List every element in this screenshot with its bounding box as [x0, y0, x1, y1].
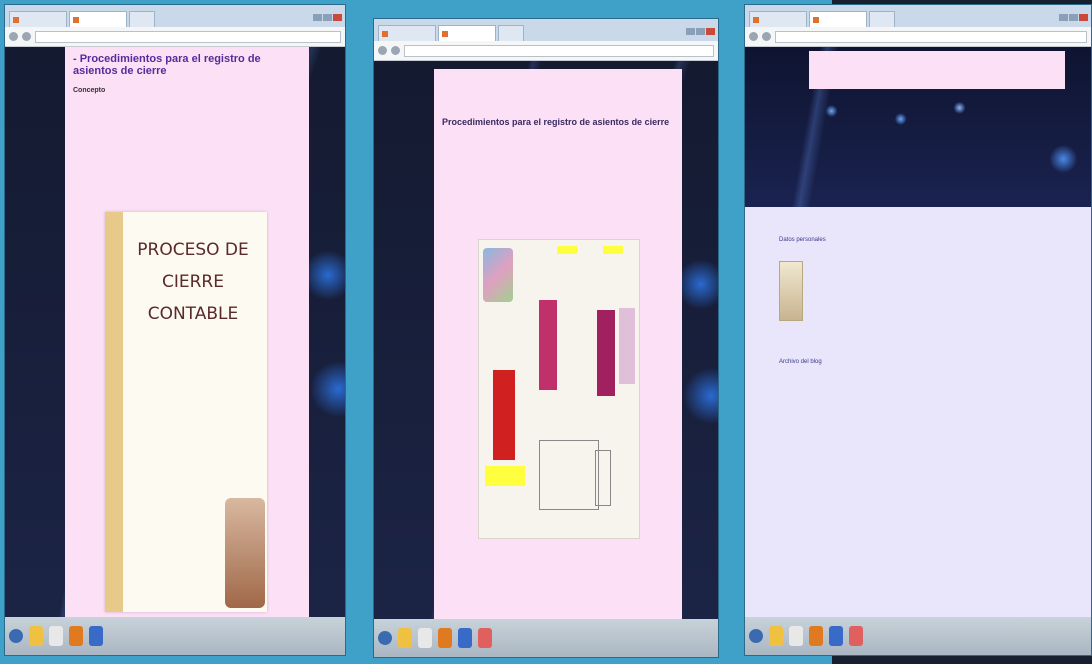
back-icon[interactable]: [378, 46, 387, 55]
blog-page: - Procedimientos para el registro de asi…: [5, 47, 345, 617]
taskbar: [5, 617, 345, 655]
screenshot-3: Datos personales Archivo del blog: [744, 4, 1092, 656]
profile-avatar[interactable]: [779, 261, 803, 321]
window-controls: [1059, 14, 1088, 21]
post-title: - Procedimientos para el registro de asi…: [73, 53, 261, 77]
back-icon[interactable]: [749, 32, 758, 41]
favicon-icon: [813, 16, 819, 23]
diagram-book-icon: [539, 300, 557, 390]
firefox-icon[interactable]: [438, 628, 452, 648]
app-icon[interactable]: [418, 628, 432, 648]
diagram-image: [483, 248, 513, 302]
address-bar: [5, 27, 345, 47]
address-bar: [374, 41, 718, 61]
favicon-icon: [382, 30, 388, 37]
taskbar: [374, 619, 718, 657]
browser-tab-active[interactable]: [809, 11, 867, 27]
app-icon[interactable]: [49, 626, 63, 646]
minimize-icon[interactable]: [1059, 14, 1068, 21]
browser-tab[interactable]: [749, 11, 807, 27]
browser-tab[interactable]: [498, 25, 524, 41]
browser-tab[interactable]: [9, 11, 67, 27]
blog-post: Procedimientos para el registro de asien…: [434, 69, 682, 619]
address-bar: [745, 27, 1091, 47]
back-icon[interactable]: [9, 32, 18, 41]
minimize-icon[interactable]: [313, 14, 322, 21]
explorer-icon[interactable]: [769, 626, 783, 646]
window-controls: [313, 14, 342, 21]
widget-title: Archivo del blog: [779, 359, 822, 365]
accounting-diagram: [478, 239, 640, 539]
widget-title: Datos personales: [779, 237, 826, 243]
post-title: Procedimientos para el registro de asien…: [442, 117, 670, 127]
browser-tab-bar: [5, 5, 345, 27]
close-icon[interactable]: [1079, 14, 1088, 21]
url-input[interactable]: [404, 44, 714, 57]
window-controls: [686, 28, 715, 35]
word-icon[interactable]: [829, 626, 843, 646]
maximize-icon[interactable]: [696, 28, 705, 35]
word-icon[interactable]: [458, 628, 472, 648]
slide-accent-bar: [105, 212, 123, 612]
slide-image: PROCESO DE CIERRE CONTABLE: [105, 212, 267, 612]
favicon-icon: [73, 16, 79, 23]
word-icon[interactable]: [89, 626, 103, 646]
blog-page: Datos personales Archivo del blog: [745, 47, 1091, 617]
favicon-icon: [13, 16, 19, 23]
diagram-highlight-label: [485, 466, 525, 486]
maximize-icon[interactable]: [1069, 14, 1078, 21]
diagram-highlight-label: [557, 246, 577, 254]
start-button-icon[interactable]: [749, 629, 763, 643]
browser-tab-bar: [745, 5, 1091, 27]
blog-header-image: [745, 47, 1091, 207]
url-input[interactable]: [775, 30, 1087, 43]
screenshot-1: - Procedimientos para el registro de asi…: [4, 4, 346, 656]
browser-tab[interactable]: [378, 25, 436, 41]
post-subheading: Concepto: [73, 87, 106, 94]
forward-icon[interactable]: [391, 46, 400, 55]
explorer-icon[interactable]: [398, 628, 412, 648]
browser-tab-active[interactable]: [69, 11, 127, 27]
pdf-icon[interactable]: [478, 628, 492, 648]
maximize-icon[interactable]: [323, 14, 332, 21]
favicon-icon: [753, 16, 759, 23]
forward-icon[interactable]: [762, 32, 771, 41]
browser-tab-active[interactable]: [438, 25, 496, 41]
close-icon[interactable]: [333, 14, 342, 21]
browser-tab-bar: [374, 19, 718, 41]
diagram-bracket: [539, 440, 599, 510]
explorer-icon[interactable]: [29, 626, 43, 646]
diagram-book-icon: [619, 308, 635, 384]
diagram-book-icon: [597, 310, 615, 396]
diagram-red-book-icon: [493, 370, 515, 460]
diagram-box: [595, 450, 611, 506]
diagram-highlight-label: [603, 246, 623, 254]
favicon-icon: [442, 30, 448, 37]
browser-tab[interactable]: [129, 11, 155, 27]
blog-post: - Procedimientos para el registro de asi…: [65, 47, 309, 617]
url-input[interactable]: [35, 30, 341, 43]
taskbar: [745, 617, 1091, 655]
slide-illustration: [225, 498, 265, 608]
minimize-icon[interactable]: [686, 28, 695, 35]
app-icon[interactable]: [789, 626, 803, 646]
firefox-icon[interactable]: [809, 626, 823, 646]
start-button-icon[interactable]: [378, 631, 392, 645]
close-icon[interactable]: [706, 28, 715, 35]
start-button-icon[interactable]: [9, 629, 23, 643]
post-nav-bar: [809, 51, 1065, 89]
screenshot-2: Procedimientos para el registro de asien…: [373, 18, 719, 658]
blog-page: Procedimientos para el registro de asien…: [374, 61, 718, 619]
pdf-icon[interactable]: [849, 626, 863, 646]
slide-title: PROCESO DE CIERRE CONTABLE: [137, 240, 249, 324]
blog-sidebar-area: Datos personales Archivo del blog: [745, 207, 1091, 617]
forward-icon[interactable]: [22, 32, 31, 41]
firefox-icon[interactable]: [69, 626, 83, 646]
browser-tab[interactable]: [869, 11, 895, 27]
